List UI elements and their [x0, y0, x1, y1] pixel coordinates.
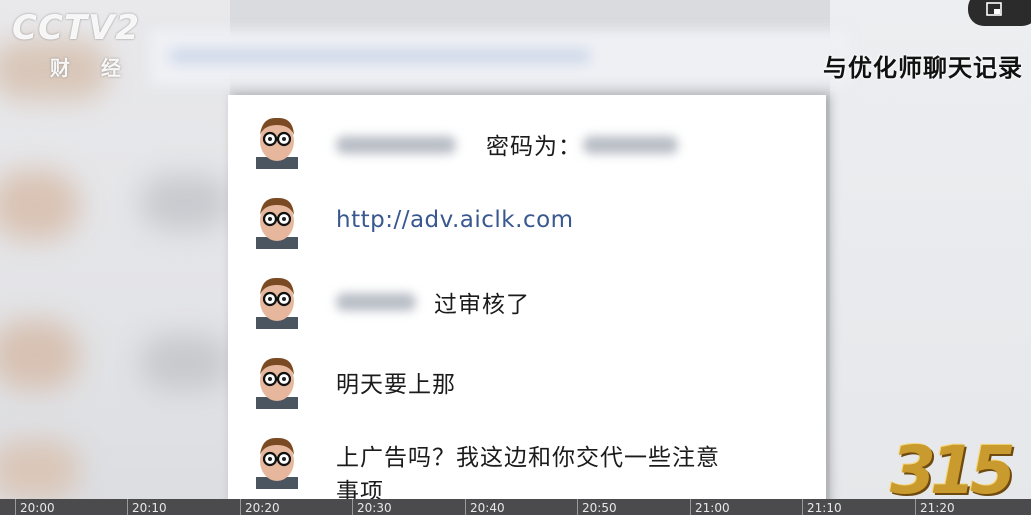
message-text: 过审核了: [434, 292, 530, 318]
avatar: [256, 437, 298, 489]
blurred-avatar: [140, 335, 230, 390]
timeline-tick: 21:10: [802, 499, 842, 515]
timeline-tick: 20:30: [352, 499, 392, 515]
timeline-tick: 21:00: [690, 499, 730, 515]
blurred-username: [336, 293, 416, 311]
blurred-avatar: [0, 320, 80, 390]
blurred-avatar: [0, 440, 80, 500]
video-timeline[interactable]: 20:00 20:10 20:20 20:30 20:40 20:50 21:0…: [0, 499, 1031, 515]
blurred-avatar: [0, 170, 80, 240]
timeline-tick: 20:10: [127, 499, 167, 515]
chat-message: 明天要上那: [228, 343, 826, 421]
logo-channel: 财 经: [50, 56, 133, 80]
timeline-tick: 21:20: [915, 499, 955, 515]
chat-message: 密码为：: [228, 103, 826, 181]
message-text: 密码为：: [486, 134, 582, 160]
message-text: 明天要上那: [336, 372, 456, 398]
chat-message: http://adv.aiclk.com: [228, 183, 826, 261]
blurred-avatar: [140, 175, 230, 230]
blurred-header: [150, 30, 850, 85]
cctv2-logo: CCTV2 财 经: [12, 8, 162, 80]
picture-in-picture-icon: [986, 2, 1002, 16]
badge-315-logo: 315: [890, 432, 1016, 509]
chat-message: 过审核了: [228, 263, 826, 341]
blurred-password: [583, 136, 678, 154]
video-caption: 与优化师聊天记录: [823, 54, 1023, 82]
chat-panel: 密码为： http://adv.aiclk.com 过审核了 明天要上那 上广告…: [228, 95, 826, 515]
logo-brand: CCTV2: [12, 8, 141, 48]
picture-in-picture-button[interactable]: [968, 0, 1031, 26]
timeline-tick: 20:20: [240, 499, 280, 515]
avatar: [256, 197, 298, 249]
timeline-tick: 20:40: [465, 499, 505, 515]
avatar: [256, 117, 298, 169]
avatar: [256, 277, 298, 329]
avatar: [256, 357, 298, 409]
message-link[interactable]: http://adv.aiclk.com: [336, 207, 574, 233]
timeline-tick: 20:00: [15, 499, 55, 515]
timeline-tick: 20:50: [577, 499, 617, 515]
blurred-username: [336, 136, 456, 154]
